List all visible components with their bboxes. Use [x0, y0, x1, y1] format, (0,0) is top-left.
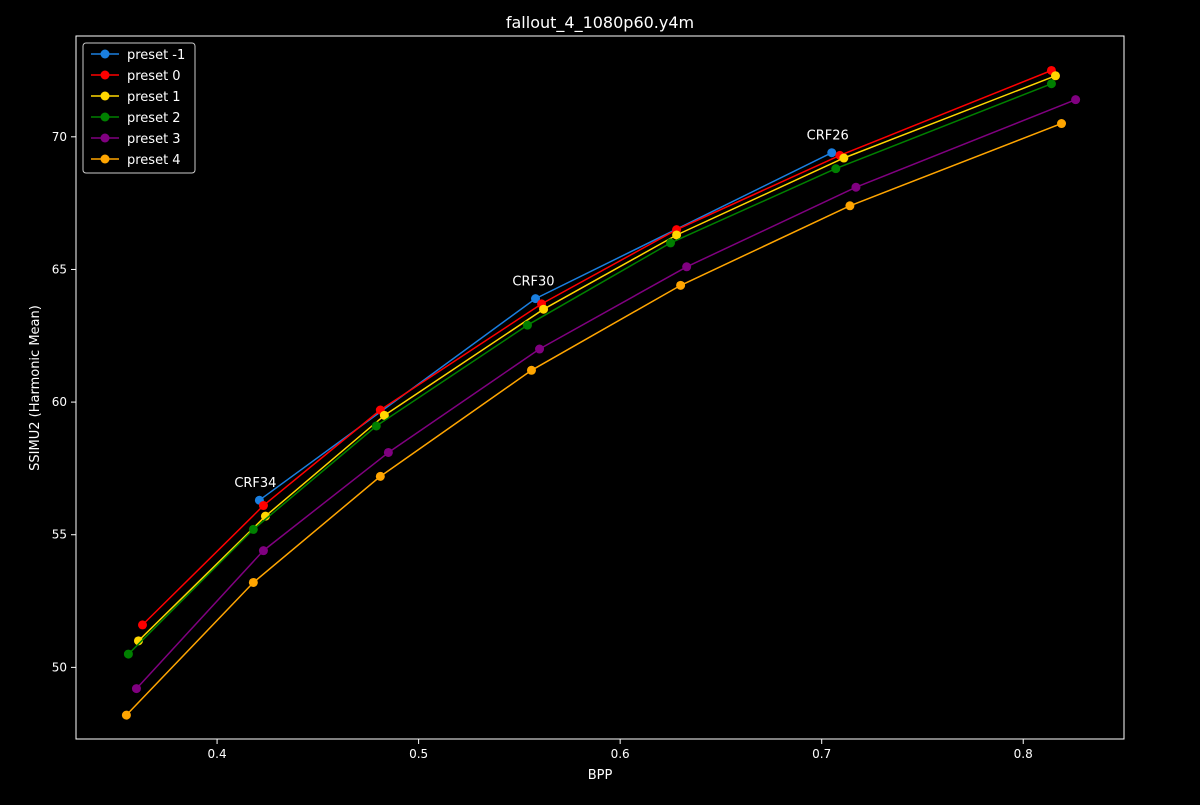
x-tick-label: 0.8 [1014, 747, 1033, 761]
data-point [827, 148, 837, 158]
chart-root: fallout_4_1080p60.y4m 0.4 0.5 0.6 0.7 0.8 50… [0, 0, 1200, 800]
legend-label: preset 1 [127, 90, 181, 105]
legend-marker [100, 133, 110, 143]
legend-label: preset -1 [127, 48, 185, 63]
x-tick-label: 0.5 [409, 747, 428, 761]
data-point [676, 280, 686, 290]
legend-marker [100, 112, 110, 122]
data-point [526, 365, 536, 375]
legend-marker [100, 154, 110, 164]
data-point [371, 421, 381, 431]
legend-label: preset 3 [127, 132, 181, 147]
y-tick-label: 55 [52, 528, 67, 542]
data-point [839, 153, 849, 163]
data-point [383, 447, 393, 457]
chart-title: fallout_4_1080p60.y4m [506, 13, 694, 33]
data-point [121, 710, 131, 720]
line-chart: fallout_4_1080p60.y4m 0.4 0.5 0.6 0.7 0.8 50… [0, 0, 1200, 800]
data-point [522, 320, 532, 330]
crf-annotation: CRF26 [807, 129, 849, 144]
data-point [138, 620, 148, 630]
data-point [1071, 95, 1081, 105]
legend: preset -1 preset 0 preset 1 preset 2 preset … [82, 42, 196, 174]
data-point [666, 238, 676, 248]
y-tick-label: 70 [52, 130, 67, 144]
x-tick-label: 0.6 [611, 747, 630, 761]
y-axis-label: SSIMU2 (Harmonic Mean) [28, 305, 43, 471]
data-point [123, 649, 133, 659]
crf-annotation: CRF34 [234, 476, 276, 491]
data-point [539, 304, 549, 314]
data-point [131, 684, 141, 694]
data-point [1046, 79, 1056, 89]
legend-marker [100, 91, 110, 101]
data-point [682, 262, 692, 272]
data-point [851, 182, 861, 192]
y-tick-label: 60 [52, 395, 67, 409]
data-point [831, 164, 841, 174]
data-point [1050, 71, 1060, 81]
legend-marker [100, 49, 110, 59]
y-tick-label: 65 [52, 262, 67, 276]
x-tick-label: 0.7 [812, 747, 831, 761]
data-point [375, 471, 385, 481]
legend-label: preset 0 [127, 69, 181, 84]
data-point [258, 501, 268, 511]
legend-label: preset 2 [127, 111, 181, 126]
data-point [258, 546, 268, 556]
data-point [248, 524, 258, 534]
data-point [845, 201, 855, 211]
legend-marker [100, 70, 110, 80]
x-axis-label: BPP [588, 768, 613, 783]
y-tick-label: 50 [52, 660, 67, 674]
data-point [248, 577, 258, 587]
data-point [1057, 119, 1067, 129]
data-point [535, 344, 545, 354]
x-tick-label: 0.4 [208, 747, 227, 761]
legend-label: preset 4 [127, 153, 181, 168]
crf-annotation: CRF30 [512, 275, 554, 290]
